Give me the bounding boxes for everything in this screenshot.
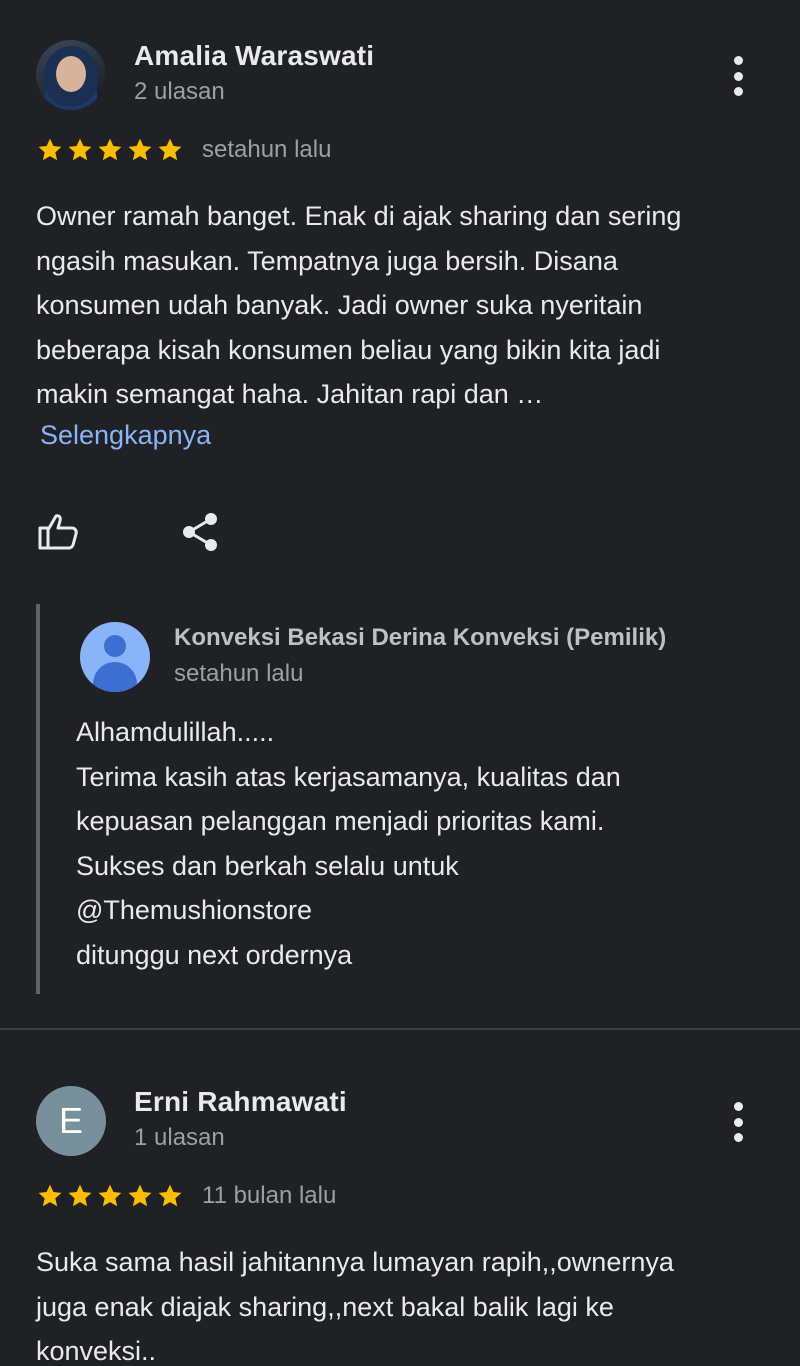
review-text: Owner ramah banget. Enak di ajak sharing… — [36, 201, 682, 409]
share-icon[interactable] — [178, 510, 222, 554]
star-icon — [126, 1182, 154, 1210]
review-time: 11 bulan lalu — [202, 1182, 337, 1209]
star-rating — [36, 1182, 184, 1210]
star-icon — [156, 1182, 184, 1210]
more-vert-icon-dot — [733, 87, 743, 96]
star-icon — [66, 136, 94, 164]
owner-reply: Konveksi Bekasi Derina Konveksi (Pemilik… — [36, 604, 770, 994]
more-vert-icon-dot — [733, 71, 743, 81]
rating-row: 11 bulan lalu — [36, 1182, 336, 1210]
reviews-page: Amalia Waraswati 2 ulasan setahun lalu O… — [0, 0, 800, 1366]
review-text: Suka sama hasil jahitannya lumayan rapih… — [36, 1247, 674, 1366]
more-options-button[interactable] — [722, 1100, 754, 1144]
star-icon — [36, 136, 64, 164]
star-icon — [96, 1182, 124, 1210]
more-vert-icon-dot — [733, 1133, 743, 1142]
reviewer-avatar[interactable] — [36, 40, 106, 110]
star-icon — [126, 136, 154, 164]
rating-row: setahun lalu — [36, 136, 331, 164]
owner-name: Konveksi Bekasi Derina Konveksi (Pemilik… — [174, 624, 667, 651]
reviewer-name[interactable]: Erni Rahmawati — [134, 1086, 347, 1118]
more-options-button[interactable] — [722, 54, 754, 98]
read-more-link[interactable]: Selengkapnya — [40, 420, 211, 451]
star-icon — [66, 1182, 94, 1210]
owner-reply-time: setahun lalu — [174, 660, 304, 687]
review-time: setahun lalu — [202, 136, 332, 163]
reviewer-avatar[interactable]: E — [36, 1086, 106, 1156]
star-icon — [156, 136, 184, 164]
more-vert-icon-dot — [733, 56, 743, 65]
person-icon-body — [93, 662, 137, 692]
review-divider — [0, 1028, 800, 1030]
thumbs-up-icon[interactable] — [36, 510, 80, 554]
star-icon — [96, 136, 124, 164]
reviewer-review-count: 1 ulasan — [134, 1124, 225, 1151]
more-vert-icon-dot — [733, 1117, 743, 1127]
more-vert-icon-dot — [733, 1102, 743, 1111]
owner-avatar — [80, 622, 150, 692]
owner-reply-text: Alhamdulillah..... Terima kasih atas ker… — [76, 717, 621, 970]
person-icon-head — [104, 635, 126, 657]
avatar-face — [56, 56, 86, 92]
star-rating — [36, 136, 184, 164]
reviewer-review-count: 2 ulasan — [134, 78, 225, 105]
reviewer-name[interactable]: Amalia Waraswati — [134, 40, 374, 72]
star-icon — [36, 1182, 64, 1210]
